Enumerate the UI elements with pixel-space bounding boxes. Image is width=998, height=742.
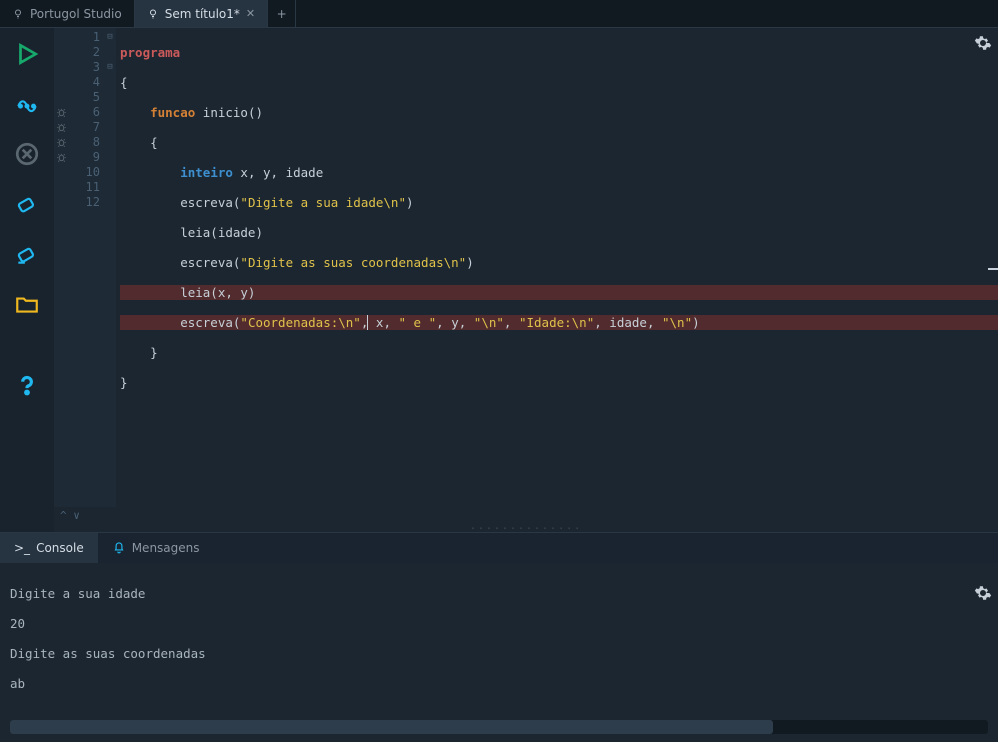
left-toolbar [0, 28, 54, 532]
console-line: Digite a sua idade [10, 586, 145, 601]
editor-settings-button[interactable] [974, 34, 992, 56]
bottom-panel: >_ Console Mensagens Digite a sua idade … [0, 532, 998, 742]
run-button[interactable] [11, 38, 43, 70]
line-number-gutter: 1 2 3 4 5 6 7 8 9 10 11 12 [68, 28, 104, 507]
tab-file-label: Sem título1* [165, 7, 240, 21]
panel-tab-bar: >_ Console Mensagens [0, 533, 998, 563]
tab-home-label: Portugol Studio [30, 7, 122, 21]
tab-messages[interactable]: Mensagens [98, 533, 214, 563]
eraser-button[interactable] [11, 188, 43, 220]
scrollbar-thumb[interactable] [10, 720, 773, 734]
console-horizontal-scrollbar[interactable] [10, 720, 988, 734]
lightbulb-icon [147, 8, 159, 20]
editor-wrap: 1 2 3 4 5 6 7 8 9 10 11 12 ⊟⊟ pro [54, 28, 998, 532]
console-line: Digite as suas coordenadas [10, 646, 206, 661]
plus-icon: + [277, 7, 287, 21]
open-folder-button[interactable] [11, 288, 43, 320]
tab-bar: Portugol Studio Sem título1* ✕ + [0, 0, 998, 28]
tab-console[interactable]: >_ Console [0, 533, 98, 563]
tab-home[interactable]: Portugol Studio [0, 0, 135, 27]
tab-console-label: Console [36, 541, 84, 555]
code-area[interactable]: programa { funcao inicio() { inteiro x, … [116, 28, 998, 507]
breakpoint-gutter[interactable] [54, 28, 68, 507]
console-line: 20 [10, 616, 25, 631]
bell-icon [112, 540, 126, 557]
tab-file[interactable]: Sem título1* ✕ [135, 0, 268, 27]
tab-messages-label: Mensagens [132, 541, 200, 555]
fold-gutter[interactable]: ⊟⊟ [104, 28, 116, 507]
console-line: ab [10, 676, 25, 691]
brush-button[interactable] [11, 238, 43, 270]
main-row: 1 2 3 4 5 6 7 8 9 10 11 12 ⊟⊟ pro [0, 28, 998, 532]
tab-new[interactable]: + [268, 0, 296, 27]
console-settings-button[interactable] [929, 569, 992, 620]
lightbulb-icon [12, 8, 24, 20]
horizontal-splitter[interactable]: .............. [54, 524, 998, 532]
debug-button[interactable] [11, 88, 43, 120]
code-editor[interactable]: 1 2 3 4 5 6 7 8 9 10 11 12 ⊟⊟ pro [54, 28, 998, 507]
console-output[interactable]: Digite a sua idade 20 Digite as suas coo… [0, 563, 998, 716]
close-icon[interactable]: ✕ [246, 7, 255, 20]
terminal-icon: >_ [14, 541, 30, 555]
right-resize-handle[interactable] [988, 268, 998, 272]
stop-button[interactable] [11, 138, 43, 170]
help-button[interactable] [11, 370, 43, 402]
